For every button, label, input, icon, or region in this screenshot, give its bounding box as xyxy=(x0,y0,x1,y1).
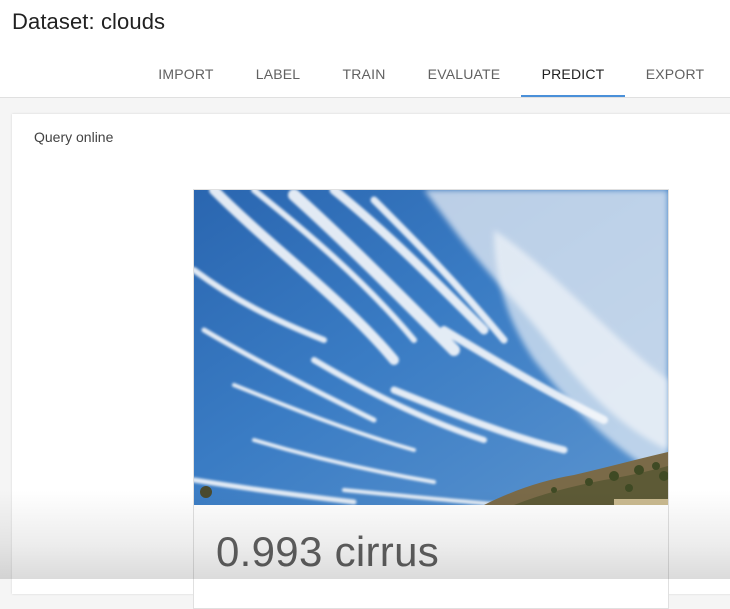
tab-label[interactable]: LABEL xyxy=(243,52,313,97)
prediction-label: 0.993 cirrus xyxy=(216,528,440,575)
tab-predict[interactable]: PREDICT xyxy=(521,52,625,97)
section-title: Query online xyxy=(34,129,114,145)
tab-evaluate[interactable]: EVALUATE xyxy=(415,52,513,97)
tab-bar: IMPORT LABEL TRAIN EVALUATE PREDICT EXPO… xyxy=(0,52,730,97)
query-online-panel: Query online 0.993 cirrus xyxy=(12,114,730,609)
query-image xyxy=(194,190,668,505)
top-bar: Dataset: clouds IMPORT LABEL TRAIN EVALU… xyxy=(0,0,730,98)
tab-train[interactable]: TRAIN xyxy=(329,52,399,97)
tab-export[interactable]: EXPORT xyxy=(633,52,717,97)
page-title: Dataset: clouds xyxy=(12,9,166,34)
tab-import[interactable]: IMPORT xyxy=(146,52,226,97)
prediction-result-card: 0.993 cirrus xyxy=(193,189,669,609)
